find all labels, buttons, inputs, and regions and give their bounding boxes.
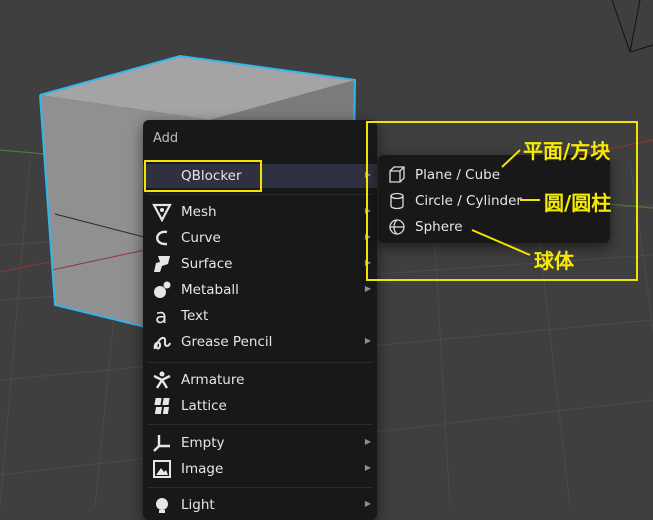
annotation-circle-cylinder: 圆/圆柱 bbox=[544, 191, 612, 215]
annotation-sphere: 球体 bbox=[534, 249, 574, 273]
annotation-plane-cube: 平面/方块 bbox=[523, 139, 611, 163]
